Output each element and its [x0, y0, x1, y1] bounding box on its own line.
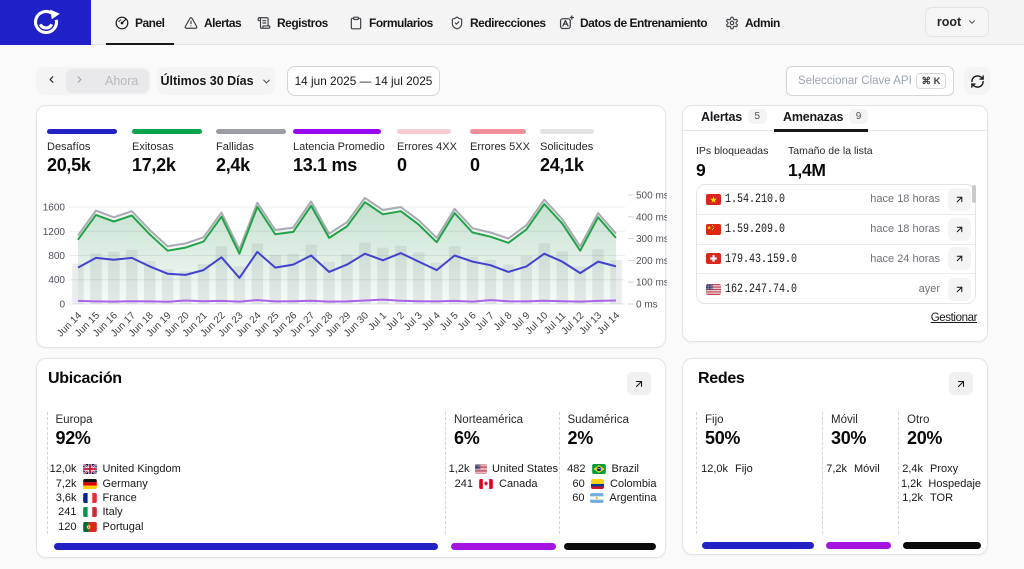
svg-text:1600: 1600 — [43, 203, 66, 214]
svg-text:100 ms: 100 ms — [636, 278, 667, 289]
svg-text:Jul 1: Jul 1 — [366, 310, 389, 333]
svg-text:500 ms: 500 ms — [636, 191, 667, 202]
svg-text:Jul 2: Jul 2 — [384, 310, 407, 333]
svg-text:Jul 8: Jul 8 — [492, 310, 515, 333]
svg-text:400: 400 — [48, 275, 65, 286]
svg-text:Jul 7: Jul 7 — [474, 310, 497, 333]
svg-text:0 ms: 0 ms — [636, 300, 658, 311]
svg-text:300 ms: 300 ms — [636, 234, 667, 245]
svg-text:0: 0 — [59, 300, 65, 311]
svg-text:1200: 1200 — [43, 227, 66, 238]
svg-text:400 ms: 400 ms — [636, 212, 667, 223]
svg-text:800: 800 — [48, 251, 65, 262]
svg-text:Jul 6: Jul 6 — [456, 310, 479, 333]
svg-text:Jul 5: Jul 5 — [438, 310, 461, 333]
svg-text:Jul 4: Jul 4 — [420, 310, 443, 333]
svg-text:Jul 3: Jul 3 — [402, 310, 425, 333]
svg-text:200 ms: 200 ms — [636, 256, 667, 267]
